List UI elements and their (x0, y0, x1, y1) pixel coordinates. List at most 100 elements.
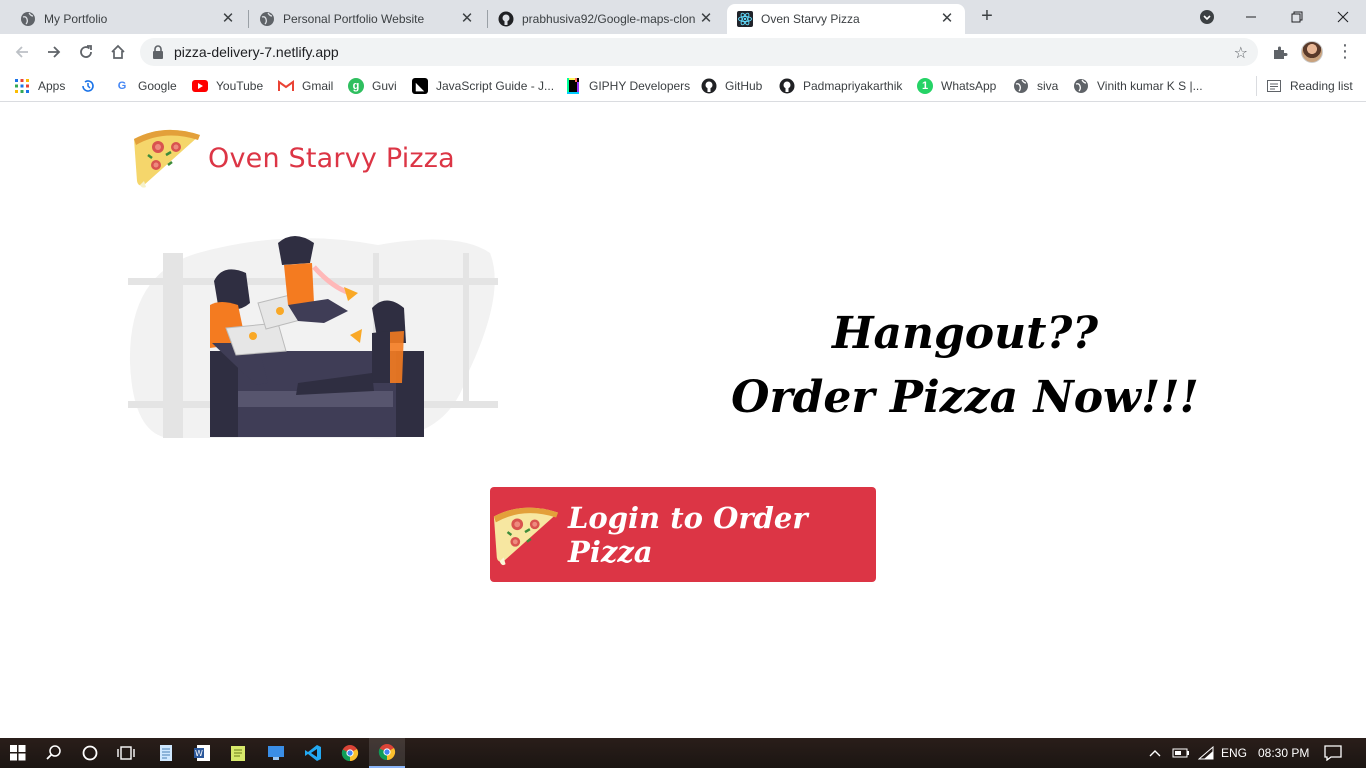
start-button[interactable] (0, 738, 36, 768)
globe-icon (20, 11, 36, 27)
bookmark-label: Guvi (372, 79, 397, 93)
bookmark-label: Padmapriyakarthik (803, 79, 903, 93)
bookmark-javascript-guide[interactable]: ◣ JavaScript Guide - J... (412, 76, 554, 96)
pizza-slice-icon (493, 507, 559, 565)
forward-button[interactable] (40, 38, 68, 66)
bookmark-vinith-kumar[interactable]: Vinith kumar K S |... (1073, 76, 1203, 96)
friends-eating-pizza-illustration (128, 236, 498, 439)
taskbar-notepad[interactable] (148, 738, 184, 768)
cortana-button[interactable] (72, 738, 108, 768)
address-bar[interactable]: pizza-delivery-7.netlify.app ☆ (140, 38, 1258, 66)
home-button[interactable] (104, 38, 132, 66)
wifi-button[interactable] (1198, 738, 1214, 768)
chevron-down-icon (1200, 10, 1214, 24)
profile-avatar[interactable] (1301, 41, 1323, 63)
close-tab-icon[interactable]: ✕ (220, 11, 236, 27)
notifications-button[interactable] (1324, 738, 1342, 768)
restore-button[interactable] (1274, 0, 1320, 34)
monitor-icon (268, 746, 284, 760)
youtube-icon (192, 78, 208, 94)
tab-title: My Portfolio (44, 12, 108, 26)
close-tab-icon[interactable]: ✕ (939, 11, 955, 27)
show-hidden-icons-button[interactable] (1148, 738, 1162, 768)
taskbar-word[interactable]: W (184, 738, 220, 768)
bookmark-apps[interactable]: Apps (14, 76, 65, 96)
bookmark-label: Apps (38, 79, 66, 93)
tab-github-repo[interactable]: prabhusiva92/Google-maps-clon ✕ (488, 4, 724, 34)
bookmark-whatsapp[interactable]: 1 WhatsApp (917, 76, 996, 96)
bookmark-gmail[interactable]: Gmail (278, 76, 333, 96)
chevron-up-icon (1149, 750, 1161, 757)
close-tab-icon[interactable]: ✕ (459, 11, 475, 27)
task-view-button[interactable] (108, 738, 144, 768)
minimize-icon (1246, 16, 1256, 18)
close-window-button[interactable] (1320, 0, 1366, 34)
headline-line-2: Order Pizza Now!!! (731, 372, 1199, 423)
github-icon (701, 78, 717, 94)
taskbar-remote-desktop[interactable] (258, 738, 294, 768)
pizza-slice-icon (134, 129, 200, 188)
globe-icon (1073, 78, 1089, 94)
headline-line-1: Hangout?? (831, 308, 1099, 359)
bookmark-github[interactable]: GitHub (701, 76, 762, 96)
taskbar-chrome[interactable] (332, 738, 368, 768)
bookmark-padmapriyakarthik[interactable]: Padmapriyakarthik (779, 76, 902, 96)
history-icon (80, 78, 96, 94)
tab-strip: My Portfolio ✕ Personal Portfolio Websit… (0, 0, 1366, 34)
taskbar-search-button[interactable] (36, 738, 72, 768)
bookmarks-divider (1256, 76, 1257, 96)
tab-title: Personal Portfolio Website (283, 12, 425, 26)
gmail-icon (278, 78, 294, 94)
reload-icon (80, 45, 92, 58)
close-tab-icon[interactable]: ✕ (698, 11, 714, 27)
google-icon: G (117, 80, 127, 92)
bookmark-label: Google (138, 79, 177, 93)
notification-icon (1324, 745, 1342, 761)
minimize-button[interactable] (1228, 0, 1274, 34)
brand-logo-link[interactable]: Oven Starvy Pizza (130, 125, 455, 191)
guvi-icon: g (348, 78, 364, 94)
reading-list-label: Reading list (1290, 79, 1353, 93)
bookmark-google[interactable]: G Google (114, 76, 177, 96)
clock[interactable]: 08:30 PM (1258, 738, 1309, 768)
language-indicator[interactable]: ENG (1221, 738, 1247, 768)
battery-icon (1172, 748, 1189, 758)
bookmark-label: JavaScript Guide - J... (436, 79, 555, 93)
tab-oven-starvy-pizza[interactable]: Oven Starvy Pizza ✕ (727, 4, 965, 34)
bookmark-guvi[interactable]: g Guvi (348, 76, 397, 96)
globe-icon (1013, 78, 1029, 94)
extensions-puzzle-icon[interactable] (1270, 43, 1290, 63)
taskbar-sticky-notes[interactable] (220, 738, 256, 768)
taskbar-vscode[interactable] (295, 738, 331, 768)
bookmark-giphy[interactable]: GIPHY Developers (565, 76, 690, 96)
arrow-right-icon (48, 46, 61, 58)
tab-my-portfolio[interactable]: My Portfolio ✕ (10, 4, 246, 34)
login-to-order-button[interactable]: Login to Order Pizza (490, 487, 876, 582)
bookmark-label: GitHub (725, 79, 763, 93)
reload-button[interactable] (72, 38, 100, 66)
reading-list-button[interactable]: Reading list (1266, 76, 1353, 96)
new-tab-button[interactable]: + (976, 6, 998, 28)
reading-list-icon (1266, 78, 1282, 94)
taskbar-chrome-active[interactable] (369, 738, 405, 768)
chrome-icon (378, 744, 396, 761)
tab-personal-portfolio[interactable]: Personal Portfolio Website ✕ (249, 4, 485, 34)
notepad-icon (160, 745, 172, 761)
bookmark-star-icon[interactable]: ☆ (1234, 43, 1248, 63)
bookmark-label: YouTube (216, 79, 264, 93)
react-icon (737, 11, 753, 27)
tab-search-button[interactable] (1184, 0, 1230, 34)
more-menu-icon[interactable]: ⋮ (1336, 42, 1354, 62)
bookmark-youtube[interactable]: YouTube (192, 76, 263, 96)
whatsapp-icon: 1 (917, 78, 933, 94)
bookmark-label: Vinith kumar K S |... (1097, 79, 1203, 93)
bookmark-history[interactable] (80, 76, 104, 96)
back-button[interactable] (8, 38, 36, 66)
battery-button[interactable] (1172, 738, 1190, 768)
mdn-icon: ◣ (412, 78, 428, 94)
bookmark-siva[interactable]: siva (1013, 76, 1058, 96)
sticky-notes-icon (231, 746, 245, 761)
restore-icon (1291, 11, 1303, 23)
cortana-icon (82, 745, 98, 761)
arrow-left-icon (15, 46, 28, 58)
